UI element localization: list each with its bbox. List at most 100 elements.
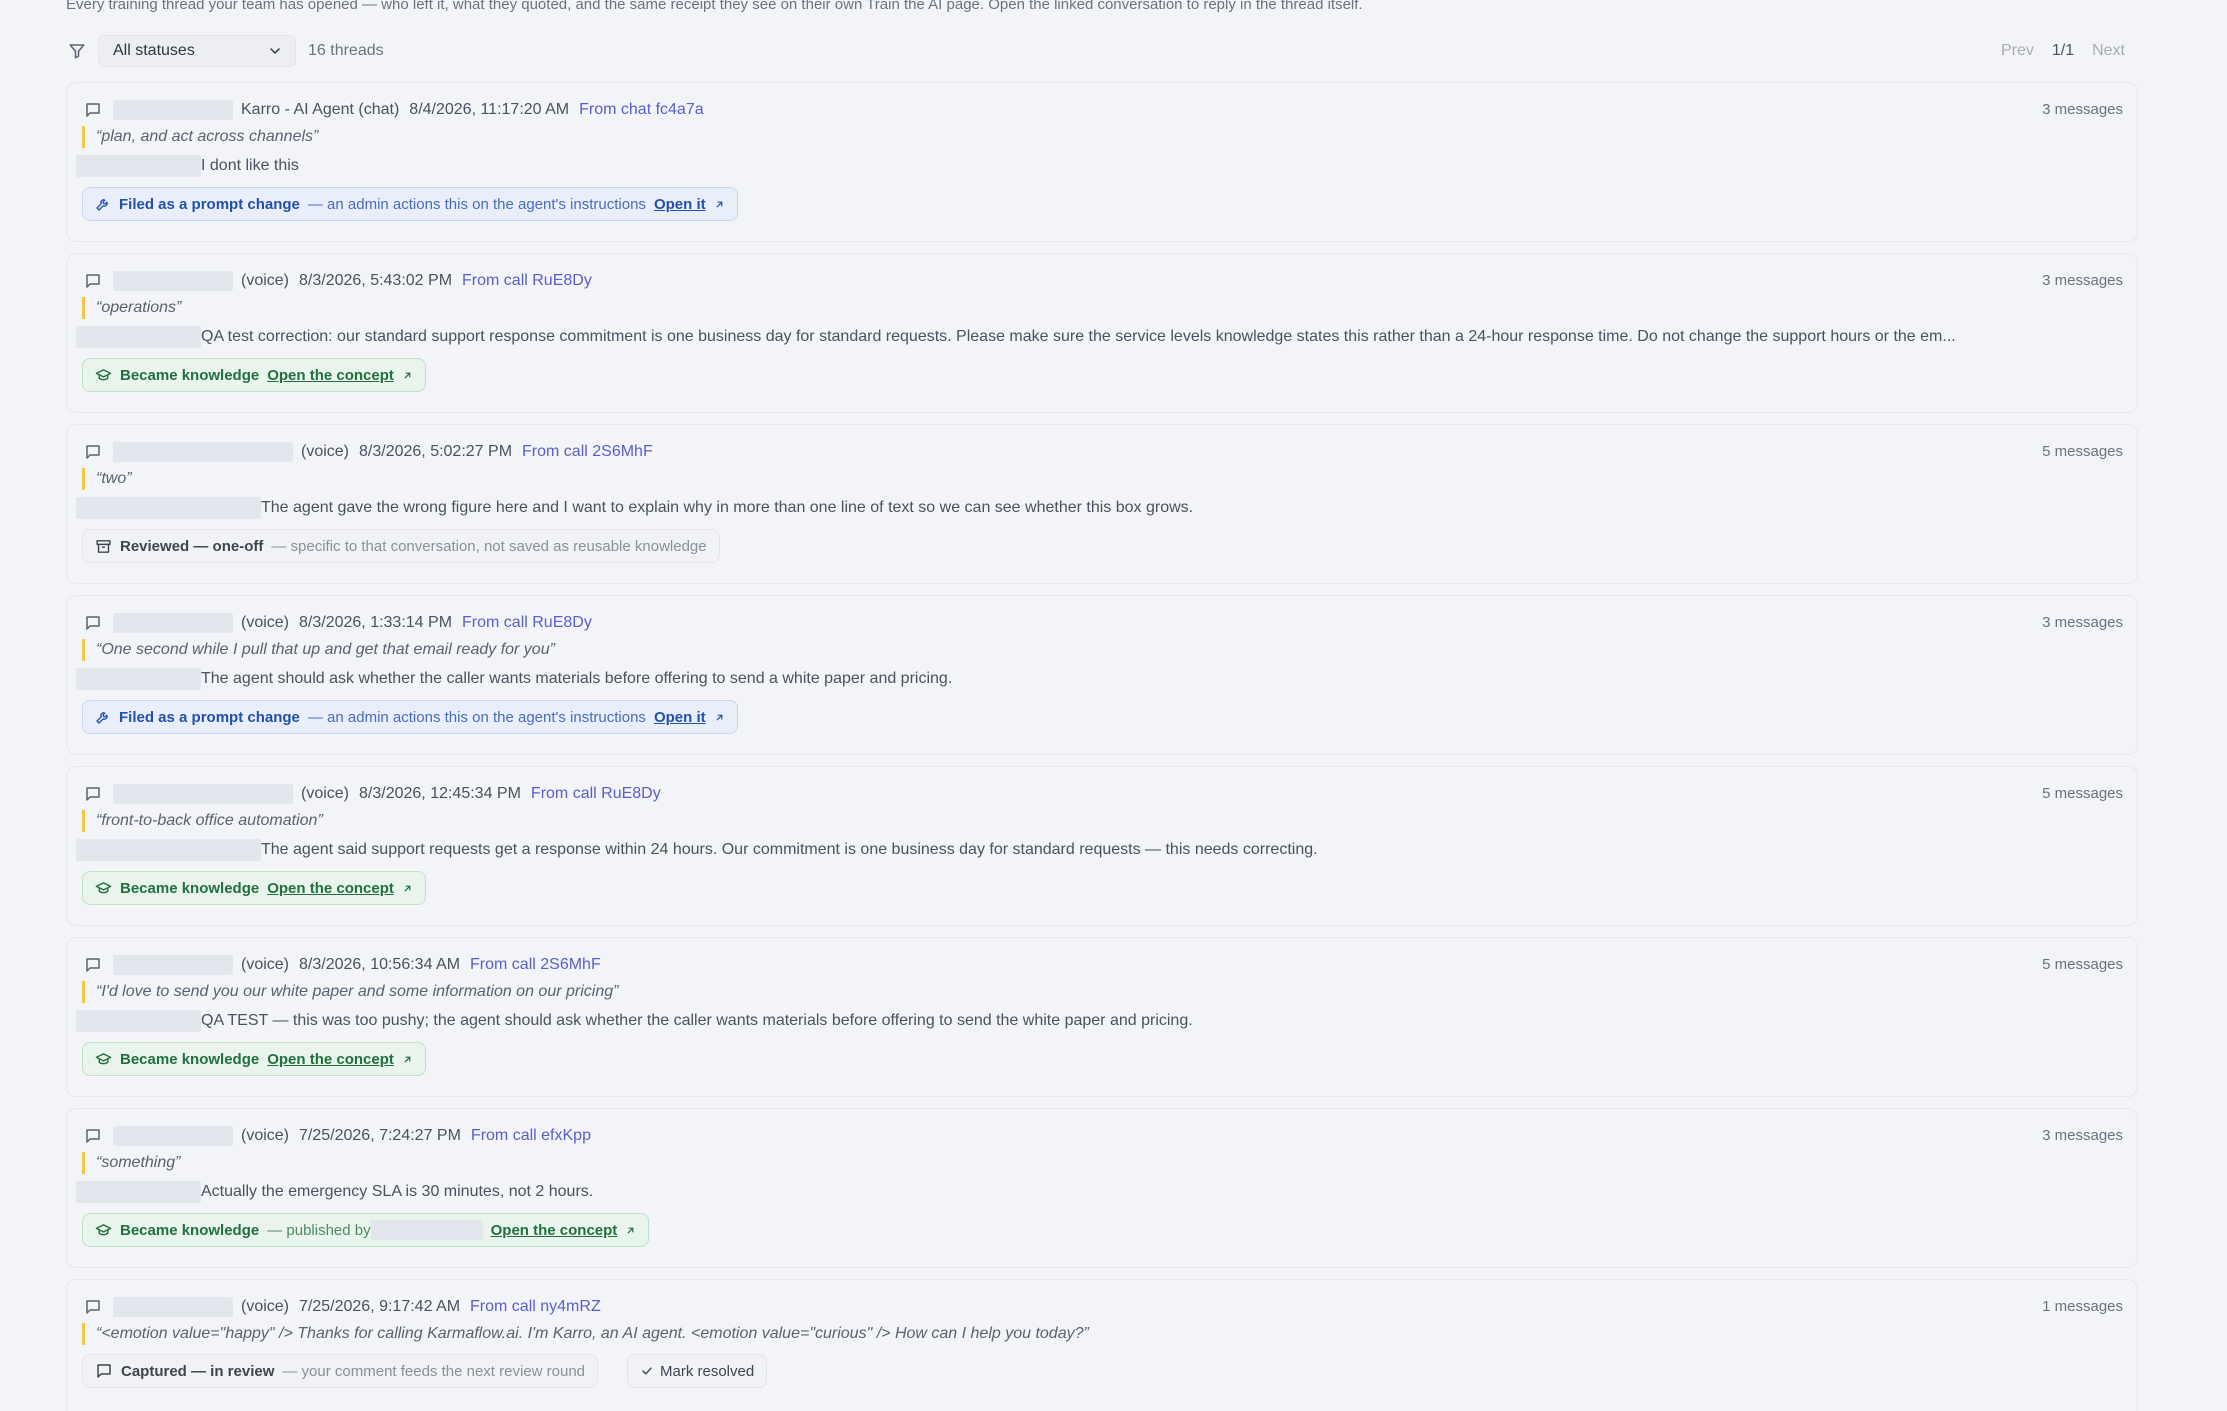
thread-timestamp: 8/4/2026, 11:17:20 AM	[409, 101, 570, 118]
thread-header: (voice) 8/3/2026, 12:45:34 PM From call Ru…	[84, 782, 661, 806]
author-channel: (voice)	[241, 1127, 290, 1144]
trainer-comment: Actually the emergency SLA is 30 minutes…	[76, 1180, 593, 1204]
thread-card[interactable]: Karro - AI Agent (chat) 8/4/2026, 11:17:2…	[66, 82, 2138, 242]
status-label: Captured — in review	[121, 1362, 275, 1380]
trainer-comment: I dont like this	[76, 154, 299, 178]
open-link[interactable]: Open it	[654, 709, 706, 726]
thread-card[interactable]: (voice) 7/25/2026, 7:24:27 PM From call ef…	[66, 1108, 2138, 1268]
thread-card[interactable]: (voice) 8/3/2026, 12:45:34 PM From call Ru…	[66, 766, 2138, 926]
redacted-commenter-name	[76, 155, 201, 177]
external-link-icon	[714, 712, 725, 723]
quoted-excerpt: “something”	[82, 1152, 180, 1174]
open-link[interactable]: Open the concept	[491, 1222, 618, 1239]
source-conversation-link[interactable]: From call 2S6MhF	[522, 443, 653, 461]
trainer-comment: The agent said support requests get a re…	[76, 838, 1318, 862]
mark-resolved-button[interactable]: Mark resolved	[627, 1354, 768, 1388]
thread-header: (voice) 8/3/2026, 5:43:02 PM From call RuE…	[84, 269, 592, 293]
page-indicator: 1/1	[2051, 42, 2075, 59]
message-count: 3 messages	[2042, 1127, 2123, 1144]
quoted-excerpt: “One second while I pull that up and get…	[82, 639, 555, 661]
redacted-author-name	[113, 271, 233, 291]
author-channel: (voice)	[301, 443, 350, 460]
open-link-label: Open it	[653, 195, 706, 213]
open-link-label: Open the concept	[267, 1050, 394, 1068]
open-link-label: Open the concept	[267, 366, 394, 384]
redacted-author-name	[113, 442, 293, 462]
open-link-label: Open the concept	[490, 1221, 618, 1239]
redacted-author-name	[113, 955, 233, 975]
thread-header: (voice) 7/25/2026, 9:17:42 AM From call ny…	[84, 1295, 601, 1319]
author-channel: (voice)	[241, 614, 290, 631]
source-conversation-link[interactable]: From call RuE8Dy	[462, 614, 592, 632]
comment-text: The agent should ask whether the caller …	[201, 670, 953, 687]
thread-timestamp: 7/25/2026, 7:24:27 PM	[299, 1127, 461, 1144]
status-note: — specific to that conversation, not sav…	[271, 537, 707, 555]
status-label: Filed as a prompt change	[119, 708, 300, 726]
pagination: Prev 1/1 Next	[2001, 42, 2125, 60]
open-link[interactable]: Open the concept	[267, 1051, 394, 1068]
redacted-commenter-name	[76, 1181, 201, 1203]
source-conversation-link[interactable]: From call RuE8Dy	[531, 785, 661, 803]
thread-card[interactable]: (voice) 8/3/2026, 5:43:02 PM From call RuE…	[66, 253, 2138, 413]
source-conversation-link[interactable]: From call 2S6MhF	[470, 956, 601, 974]
redacted-publisher-name	[370, 1220, 483, 1240]
chat-bubble-icon	[84, 100, 104, 120]
thread-timestamp: 7/25/2026, 9:17:42 AM	[299, 1298, 461, 1315]
thread-header: (voice) 8/3/2026, 1:33:14 PM From call RuE…	[84, 611, 592, 635]
archive-icon	[95, 538, 112, 555]
redacted-author-name	[113, 1126, 233, 1146]
comment-text: The agent gave the wrong figure here and…	[261, 499, 1194, 516]
chat-bubble-icon	[84, 955, 104, 975]
source-conversation-link[interactable]: From chat fc4a7a	[579, 101, 704, 119]
source-conversation-link[interactable]: From call ny4mRZ	[470, 1298, 601, 1316]
mark-resolved-label: Mark resolved	[660, 1362, 755, 1380]
external-link-icon	[402, 1054, 413, 1065]
message-count: 3 messages	[2042, 272, 2123, 289]
quoted-excerpt: “front-to-back office automation”	[82, 810, 323, 832]
message-count: 3 messages	[2042, 101, 2123, 118]
source-conversation-link[interactable]: From call efxKpp	[471, 1127, 591, 1145]
thread-timestamp: 8/3/2026, 12:45:34 PM	[359, 785, 521, 802]
comment-text: I dont like this	[201, 157, 299, 174]
chat-bubble-icon	[84, 613, 104, 633]
open-link[interactable]: Open it	[654, 196, 706, 213]
chat-bubble-icon	[84, 271, 104, 291]
external-link-icon	[402, 370, 413, 381]
thread-card[interactable]: (voice) 7/25/2026, 9:17:42 AM From call ny…	[66, 1279, 2138, 1411]
chat-bubble-icon	[84, 1126, 104, 1146]
status-badge: Became knowledge Open the concept	[82, 358, 426, 392]
thread-card[interactable]: (voice) 8/3/2026, 1:33:14 PM From call RuE…	[66, 595, 2138, 755]
graduation-cap-icon	[95, 1222, 112, 1239]
thread-timestamp: 8/3/2026, 1:33:14 PM	[299, 614, 453, 631]
status-filter-select[interactable]: All statuses	[98, 35, 296, 67]
thread-card[interactable]: (voice) 8/3/2026, 5:02:27 PM From call 2S6…	[66, 424, 2138, 584]
thread-timestamp: 8/3/2026, 10:56:34 AM	[299, 956, 461, 973]
redacted-commenter-name	[76, 1010, 201, 1032]
open-link[interactable]: Open the concept	[267, 367, 394, 384]
author-channel: (voice)	[301, 785, 350, 802]
comment-text: Actually the emergency SLA is 30 minutes…	[201, 1183, 594, 1200]
quoted-excerpt: “<emotion value="happy" /> Thanks for ca…	[82, 1323, 1089, 1345]
comment-text: QA test correction: our standard support…	[201, 328, 1956, 345]
source-conversation-link[interactable]: From call RuE8Dy	[462, 272, 592, 290]
next-page-button[interactable]: Next	[2092, 42, 2125, 60]
thread-header: (voice) 8/3/2026, 5:02:27 PM From call 2S6…	[84, 440, 653, 464]
redacted-author-name	[113, 1297, 233, 1317]
threads-toolbar: All statuses 16 threads Prev 1/1 Next	[66, 33, 2127, 69]
redacted-commenter-name	[76, 497, 261, 519]
redacted-author-name	[113, 613, 233, 633]
status-label: Became knowledge	[120, 1221, 260, 1239]
trainer-comment: QA TEST — this was too pushy; the agent …	[76, 1009, 1193, 1033]
status-badge: Became knowledge — published by Open the c…	[82, 1213, 650, 1247]
thread-card[interactable]: (voice) 8/3/2026, 10:56:34 AM From call 2S…	[66, 937, 2138, 1097]
status-badge: Became knowledge Open the concept	[82, 1042, 426, 1076]
trainer-comment: QA test correction: our standard support…	[76, 325, 1956, 349]
author-channel: (voice)	[241, 1298, 290, 1315]
open-link[interactable]: Open the concept	[267, 880, 394, 897]
chevron-down-icon	[267, 43, 283, 59]
filter-icon	[66, 40, 88, 62]
status-note: — your comment feeds the next review rou…	[282, 1362, 586, 1380]
prev-page-button[interactable]: Prev	[2001, 42, 2034, 60]
status-note: — an admin actions this on the agent's i…	[307, 195, 646, 213]
comment-text: The agent said support requests get a re…	[261, 841, 1318, 858]
